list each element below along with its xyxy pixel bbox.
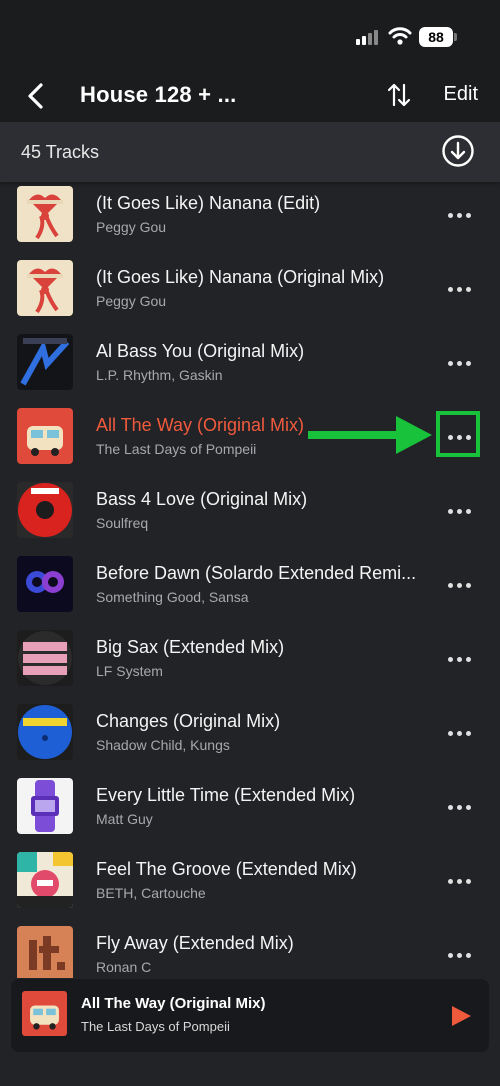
track-row[interactable]: (It Goes Like) Nanana (Edit) Peggy Gou [0, 182, 500, 256]
album-art [17, 630, 73, 686]
track-row[interactable]: Al Bass You (Original Mix) L.P. Rhythm, … [0, 330, 500, 404]
track-row[interactable]: Fly Away (Extended Mix) Ronan C [0, 922, 500, 978]
more-icon[interactable] [441, 798, 477, 816]
track-artist: Ronan C [96, 959, 152, 975]
more-icon[interactable] [441, 946, 477, 964]
cellular-signal-icon [356, 30, 378, 45]
annotation-arrow-icon [308, 416, 432, 454]
track-row[interactable]: Before Dawn (Solardo Extended Remi... So… [0, 552, 500, 626]
track-title: (It Goes Like) Nanana (Original Mix) [96, 267, 385, 287]
track-artist: Matt Guy [96, 811, 153, 827]
track-title: Feel The Groove (Extended Mix) [96, 859, 357, 879]
more-icon[interactable] [441, 280, 477, 298]
more-icon[interactable] [441, 576, 477, 594]
battery-indicator: 88 [419, 27, 453, 47]
page-title: House 128 + ... [80, 82, 237, 107]
track-artist: Something Good, Sansa [96, 589, 249, 605]
album-art [17, 334, 73, 390]
album-art [17, 482, 73, 538]
sort-icon[interactable] [386, 82, 412, 108]
download-icon[interactable] [441, 134, 475, 168]
track-title: (It Goes Like) Nanana (Edit) [96, 193, 321, 213]
track-title: Bass 4 Love (Original Mix) [96, 489, 308, 509]
album-art [17, 778, 73, 834]
track-artist: Peggy Gou [96, 293, 167, 309]
track-title: Every Little Time (Extended Mix) [96, 785, 356, 805]
track-artist: Peggy Gou [96, 219, 167, 235]
track-artist: BETH, Cartouche [96, 885, 206, 901]
more-icon[interactable] [441, 724, 477, 742]
track-artist: The Last Days of Pompeii [96, 441, 257, 457]
edit-button[interactable]: Edit [444, 83, 478, 106]
track-artist: LF System [96, 663, 163, 679]
track-row[interactable]: (It Goes Like) Nanana (Original Mix) Peg… [0, 256, 500, 330]
track-title: Big Sax (Extended Mix) [96, 637, 285, 657]
track-title: Fly Away (Extended Mix) [96, 933, 294, 953]
more-icon[interactable] [441, 354, 477, 372]
album-art [17, 408, 73, 464]
wifi-icon [388, 27, 412, 45]
track-artist: Shadow Child, Kungs [96, 737, 230, 753]
album-art [17, 852, 73, 908]
more-icon[interactable] [441, 206, 477, 224]
navigation-bar: House 128 + ... Edit [0, 70, 500, 122]
play-icon[interactable] [450, 1005, 472, 1027]
track-title: Al Bass You (Original Mix) [96, 341, 305, 361]
annotation-highlight-box [436, 411, 480, 457]
playlist-header: 45 Tracks [0, 122, 500, 182]
battery-tip [454, 33, 457, 41]
now-playing-art [22, 991, 67, 1036]
track-row[interactable]: Feel The Groove (Extended Mix) BETH, Car… [0, 848, 500, 922]
track-title: Changes (Original Mix) [96, 711, 281, 731]
now-playing-artist: The Last Days of Pompeii [81, 1019, 230, 1034]
track-artist: Soulfreq [96, 515, 149, 531]
album-art [17, 556, 73, 612]
track-count: 45 Tracks [21, 142, 100, 162]
track-row[interactable]: Every Little Time (Extended Mix) Matt Gu… [0, 774, 500, 848]
back-chevron-icon[interactable] [24, 82, 48, 110]
album-art [17, 260, 73, 316]
track-list: (It Goes Like) Nanana (Edit) Peggy Gou (… [0, 182, 500, 978]
more-icon[interactable] [441, 502, 477, 520]
more-icon[interactable] [441, 872, 477, 890]
album-art [17, 926, 73, 978]
track-row[interactable]: Bass 4 Love (Original Mix) Soulfreq [0, 478, 500, 552]
track-row[interactable]: Changes (Original Mix) Shadow Child, Kun… [0, 700, 500, 774]
track-title: Before Dawn (Solardo Extended Remi... [96, 563, 417, 583]
more-icon[interactable] [441, 650, 477, 668]
track-row[interactable]: Big Sax (Extended Mix) LF System [0, 626, 500, 700]
track-artist: L.P. Rhythm, Gaskin [96, 367, 223, 383]
status-bar: 88 [0, 0, 500, 70]
album-art [17, 186, 73, 242]
now-playing-title: All The Way (Original Mix) [81, 995, 266, 1012]
album-art [17, 704, 73, 760]
mini-player[interactable]: All The Way (Original Mix) The Last Days… [11, 979, 489, 1052]
